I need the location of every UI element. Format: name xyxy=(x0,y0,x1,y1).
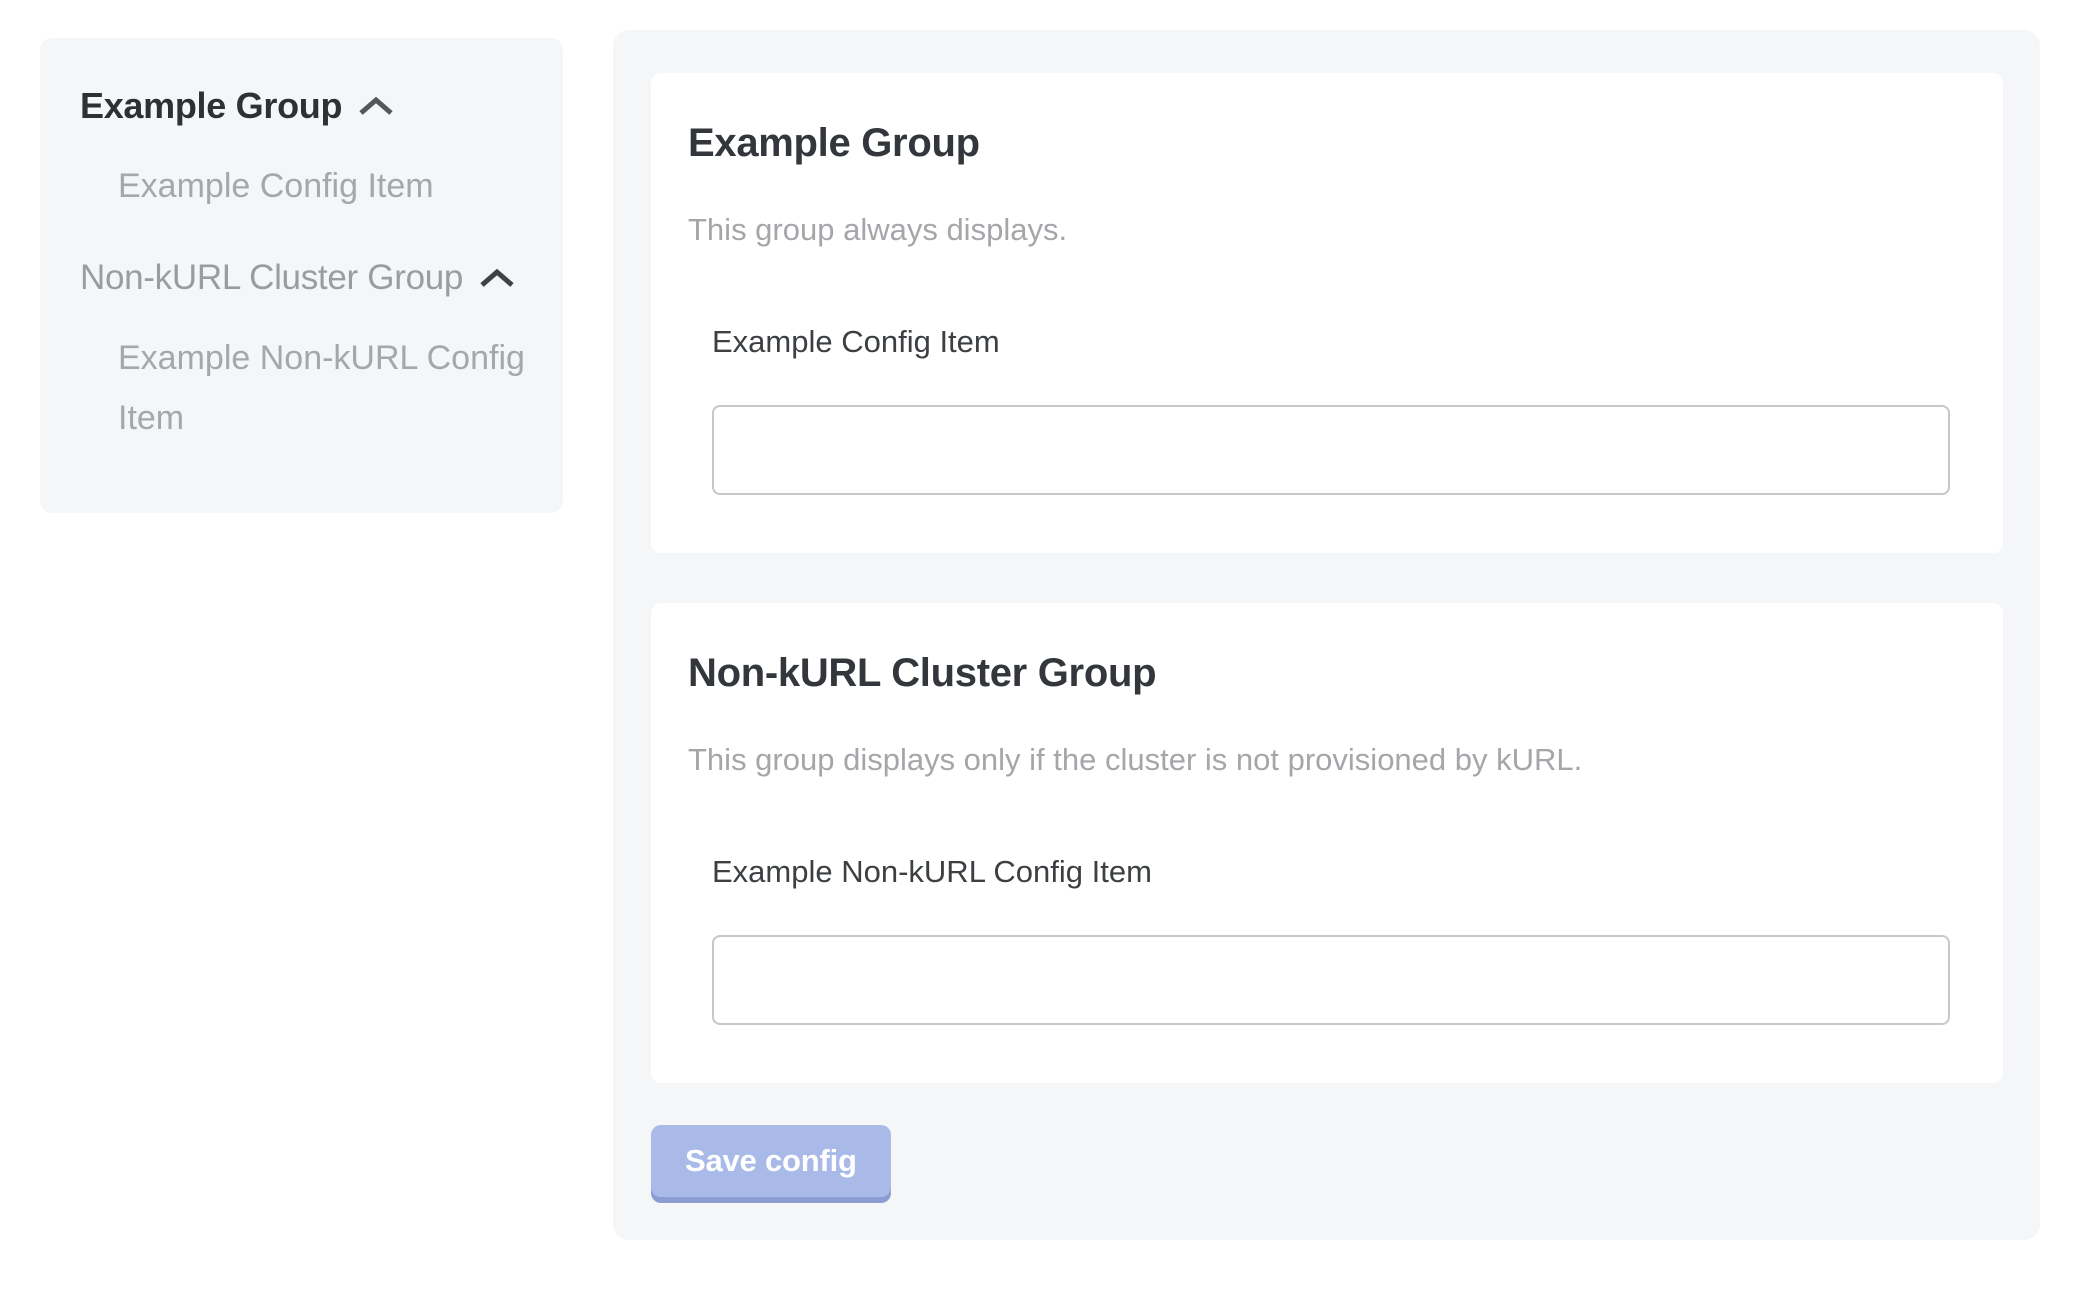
group-description: This group displays only if the cluster … xyxy=(688,741,1963,779)
group-description: This group always displays. xyxy=(688,211,1963,249)
config-item-input-example-non-kurl-config-item[interactable] xyxy=(712,935,1950,1025)
config-item-input-example-config-item[interactable] xyxy=(712,405,1950,495)
save-config-button[interactable]: Save config xyxy=(651,1125,891,1197)
config-group-card-example-group: Example Group This group always displays… xyxy=(651,73,2003,553)
sidebar-group-label: Non-kURL Cluster Group xyxy=(80,256,463,300)
sidebar-item-example-config-item[interactable]: Example Config Item xyxy=(118,156,527,216)
group-title: Example Group xyxy=(688,119,1963,167)
chevron-up-icon xyxy=(479,267,515,289)
chevron-up-icon xyxy=(358,95,394,117)
config-item-label: Example Config Item xyxy=(712,323,1963,361)
config-item-label: Example Non-kURL Config Item xyxy=(712,853,1963,891)
sidebar-group-non-kurl-cluster-group[interactable]: Non-kURL Cluster Group xyxy=(80,256,515,300)
config-group-card-non-kurl-cluster-group: Non-kURL Cluster Group This group displa… xyxy=(651,603,2003,1083)
config-panel: Example Group This group always displays… xyxy=(613,30,2040,1240)
sidebar-item-example-non-kurl-config-item[interactable]: Example Non-kURL Config Item xyxy=(118,328,527,448)
group-title: Non-kURL Cluster Group xyxy=(688,649,1963,697)
config-nav-sidebar: Example Group Example Config Item Non-kU… xyxy=(40,38,563,513)
sidebar-group-example-group[interactable]: Example Group xyxy=(80,84,394,128)
sidebar-group-label: Example Group xyxy=(80,84,342,128)
